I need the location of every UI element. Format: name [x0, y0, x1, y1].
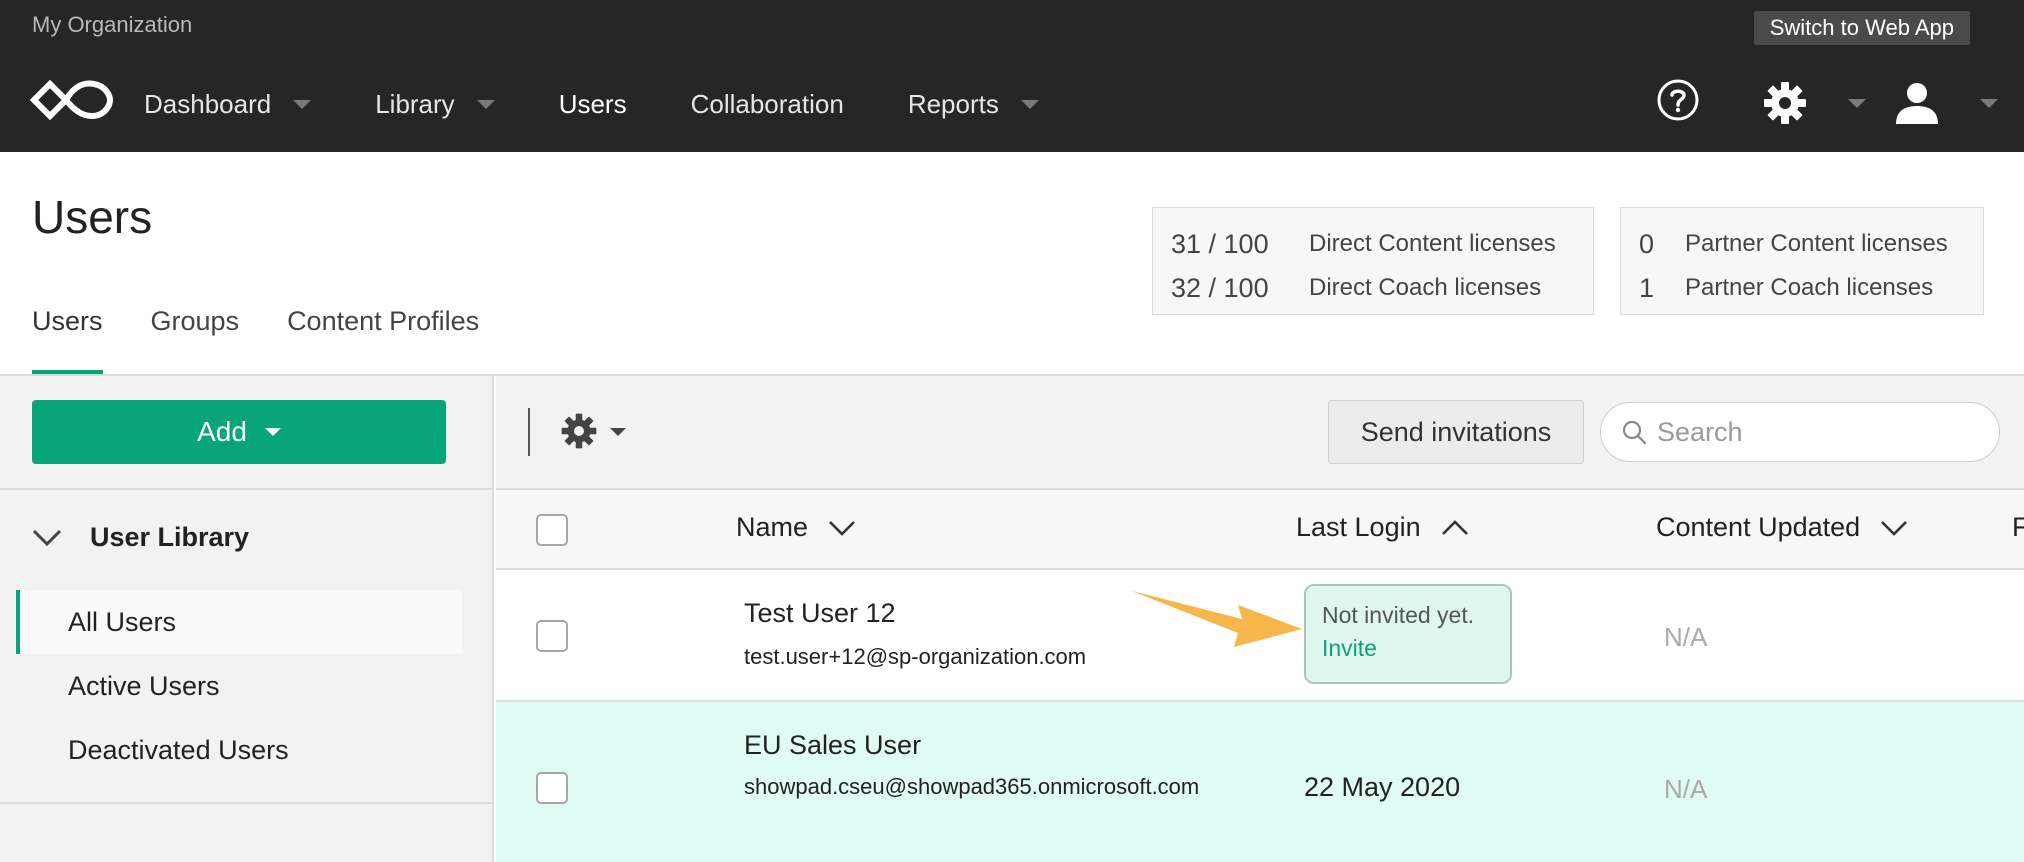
nav-dashboard-label: Dashboard: [144, 88, 272, 119]
column-next-label: F: [2012, 512, 2024, 542]
add-button-label: Add: [197, 416, 247, 447]
invite-status-text: Not invited yet.: [1322, 602, 1475, 628]
content-updated-value: N/A: [1664, 622, 1708, 652]
main-nav: Dashboard Library Users Collaboration Re…: [144, 82, 1103, 126]
direct-content-count: 31 / 100: [1171, 228, 1269, 259]
column-content-updated-label: Content Updated: [1656, 512, 1861, 542]
tab-users[interactable]: Users: [32, 306, 103, 374]
chevron-down-icon: [32, 529, 62, 546]
partner-coach-label: Partner Coach licenses: [1685, 274, 1934, 301]
tab-groups[interactable]: Groups: [151, 306, 240, 374]
partner-content-count: 0: [1639, 228, 1655, 259]
send-invitations-button[interactable]: Send invitations: [1328, 400, 1584, 464]
chevron-up-icon: [1441, 519, 1468, 535]
page-title: Users: [32, 191, 153, 243]
chevron-down-icon[interactable]: [610, 428, 626, 436]
user-name: EU Sales User: [744, 730, 922, 760]
sidebar-item-all-users[interactable]: All Users: [16, 590, 462, 654]
logo-icon[interactable]: [30, 76, 114, 124]
chevron-down-icon: [1020, 99, 1039, 109]
help-icon[interactable]: [1656, 78, 1700, 122]
chevron-down-icon[interactable]: [1980, 99, 1998, 108]
organization-name: My Organization: [32, 12, 193, 37]
chevron-down-icon: [1881, 520, 1908, 536]
direct-licenses-panel: 31 / 100 Direct Content licenses 32 / 10…: [1152, 207, 1594, 315]
chevron-down-icon[interactable]: [1848, 99, 1866, 108]
nav-dashboard[interactable]: Dashboard: [144, 88, 312, 120]
nav-reports-label: Reports: [907, 88, 999, 119]
user-name: Test User 12: [744, 598, 896, 628]
column-next[interactable]: F: [2012, 512, 2024, 543]
column-name[interactable]: Name: [736, 512, 856, 543]
user-library-toggle[interactable]: User Library: [32, 522, 249, 553]
search-field[interactable]: [1600, 402, 2000, 462]
invite-link[interactable]: Invite: [1322, 635, 1494, 662]
chevron-down-icon: [264, 428, 281, 436]
nav-reports[interactable]: Reports: [908, 89, 1039, 120]
nav-users-label: Users: [558, 88, 627, 119]
column-name-label: Name: [736, 512, 809, 542]
chevron-down-icon: [829, 520, 855, 536]
chevron-down-icon: [476, 99, 495, 109]
last-login-value: 22 May 2020: [1304, 772, 1461, 802]
invite-status-box: Not invited yet. Invite: [1304, 584, 1512, 684]
row-checkbox[interactable]: [536, 772, 568, 804]
sidebar-item-deactivated-users[interactable]: Deactivated Users: [16, 718, 462, 782]
annotation-arrow-icon: [1132, 591, 1302, 647]
direct-coach-label: Direct Coach licenses: [1309, 274, 1542, 301]
partner-licenses-panel: 0 Partner Content licenses 1 Partner Coa…: [1620, 207, 1984, 315]
settings-gear-icon[interactable]: [1762, 80, 1808, 126]
select-all-checkbox[interactable]: [536, 514, 568, 546]
sidebar-divider: [0, 488, 494, 490]
page-tabs: Users Groups Content Profiles: [32, 306, 527, 374]
gear-icon[interactable]: [560, 412, 598, 450]
row-checkbox[interactable]: [536, 620, 568, 652]
partner-coach-count: 1: [1639, 272, 1655, 303]
user-avatar-icon[interactable]: [1894, 80, 1940, 126]
nav-library-label: Library: [375, 88, 455, 119]
column-last-login[interactable]: Last Login: [1296, 512, 1469, 543]
nav-collaboration-label: Collaboration: [690, 88, 844, 119]
direct-coach-count: 32 / 100: [1171, 272, 1269, 303]
user-library-title: User Library: [90, 522, 250, 552]
search-input[interactable]: [1657, 416, 1977, 448]
toolbar-divider: [528, 408, 530, 456]
top-navigation-bar: My Organization Switch to Web App Dashbo…: [0, 0, 2024, 152]
user-email: showpad.cseu@showpad365.onmicrosoft.com: [744, 774, 1200, 799]
partner-content-label: Partner Content licenses: [1685, 230, 1948, 257]
add-button[interactable]: Add: [32, 400, 446, 464]
column-last-login-label: Last Login: [1296, 512, 1421, 542]
sidebar: Add User Library All Users Active Users …: [0, 376, 494, 862]
search-icon: [1622, 420, 1647, 445]
sidebar-item-active-users[interactable]: Active Users: [16, 654, 462, 718]
direct-content-label: Direct Content licenses: [1309, 230, 1556, 257]
table-header: Name Last Login Content Updated F: [496, 488, 2024, 570]
nav-users[interactable]: Users: [559, 89, 627, 120]
chevron-down-icon: [293, 99, 312, 109]
table-toolbar: Send invitations: [496, 376, 2024, 488]
column-content-updated[interactable]: Content Updated: [1656, 512, 1908, 543]
sidebar-divider: [0, 802, 494, 804]
switch-to-web-app-button[interactable]: Switch to Web App: [1753, 11, 1970, 45]
table-row[interactable]: EU Sales User showpad.cseu@showpad365.on…: [496, 702, 2024, 862]
nav-library[interactable]: Library: [375, 88, 495, 120]
content-updated-value: N/A: [1664, 774, 1708, 804]
nav-collaboration[interactable]: Collaboration: [691, 89, 844, 120]
tab-content-profiles[interactable]: Content Profiles: [287, 306, 479, 374]
